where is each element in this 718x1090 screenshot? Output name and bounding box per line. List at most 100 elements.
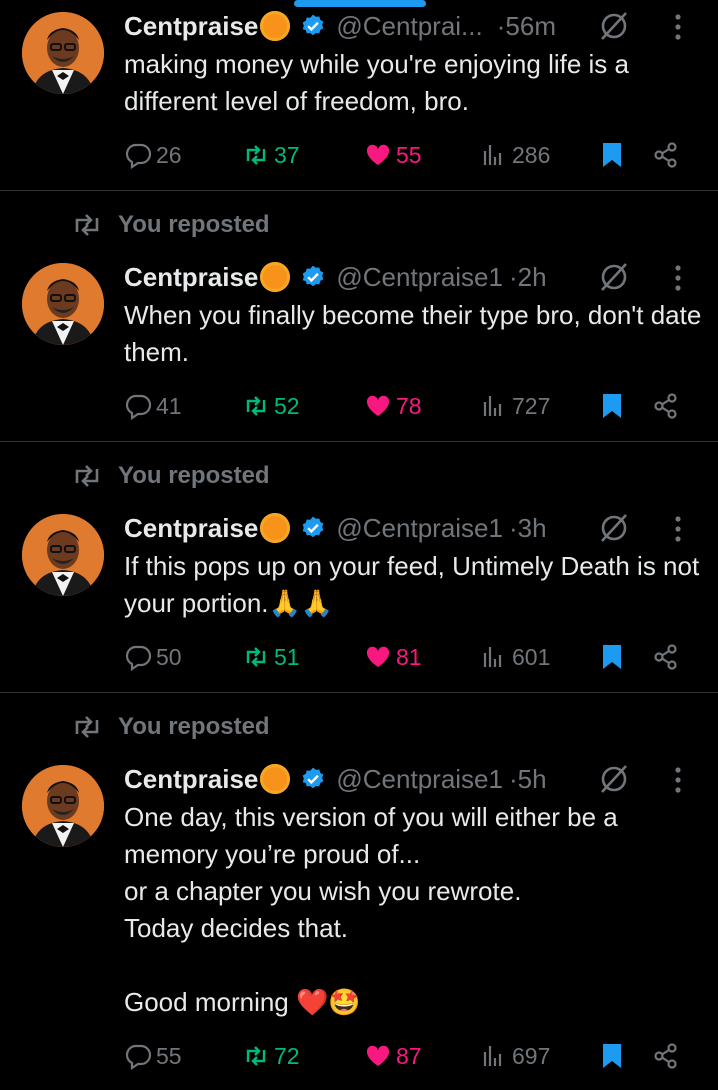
more-icon[interactable] [668,765,688,795]
post-text: If this pops up on your feed, Untimely D… [124,551,707,618]
divider [0,190,718,191]
verified-icon [303,516,324,538]
bookmark-icon [603,143,621,167]
view-count: 727 [512,392,551,419]
share-icon [654,393,677,419]
like-button[interactable]: 78 [364,388,422,424]
share-button[interactable] [652,1038,680,1074]
share-button[interactable] [652,388,680,424]
views-button[interactable]: 286 [480,137,550,173]
views-button[interactable]: 601 [480,639,550,675]
repost-context-label: You reposted [118,462,270,489]
post-time[interactable]: ·56m [497,11,556,42]
repost-button[interactable]: 37 [242,137,300,173]
views-button[interactable]: 727 [480,388,550,424]
more-icon[interactable] [668,12,688,42]
verified-icon [303,265,324,287]
reply-button[interactable]: 41 [124,388,182,424]
view-count: 697 [512,1042,551,1069]
share-button[interactable] [652,639,680,675]
avatar[interactable] [22,12,104,94]
repost-button[interactable]: 72 [242,1038,300,1074]
coin-icon [260,764,291,794]
author-name[interactable]: Centpraise [124,764,258,795]
repost-count: 51 [274,643,300,670]
reply-button[interactable]: 26 [124,137,182,173]
avatar[interactable] [22,263,104,345]
author-name[interactable]: Centpraise [124,11,258,42]
view-count: 601 [512,643,551,670]
heart-icon [366,1045,390,1066]
divider [0,441,718,442]
more-icon[interactable] [668,514,688,544]
bookmark-button[interactable] [598,137,626,173]
like-button[interactable]: 55 [364,137,422,173]
bookmark-icon [603,645,621,669]
more-icon[interactable] [668,263,688,293]
author-handle[interactable]: @Centprai... [336,11,482,42]
grok-icon[interactable] [598,763,630,795]
share-icon [654,644,677,670]
author-name[interactable]: Centpraise [124,262,258,293]
avatar[interactable] [22,514,104,596]
repost-icon [75,465,99,487]
bookmark-icon [603,1044,621,1068]
repost-count: 52 [274,392,300,419]
reply-button[interactable]: 55 [124,1038,182,1074]
bookmark-button[interactable] [598,388,626,424]
post-header: Centpraise @Centpraise1 ·2h [124,259,547,295]
post-actions: 26 37 55 286 [124,137,694,173]
post-time[interactable]: ·3h [509,513,547,544]
like-count: 87 [396,1042,422,1069]
post-header: Centpraise @Centpraise1 ·5h [124,761,547,797]
repost-button[interactable]: 51 [242,639,300,675]
share-icon [654,1043,677,1069]
reply-icon [125,143,152,169]
like-button[interactable]: 87 [364,1038,422,1074]
reply-button[interactable]: 50 [124,639,182,675]
grok-icon[interactable] [598,10,630,42]
post-actions: 41 52 78 727 [124,388,694,424]
grok-icon[interactable] [598,512,630,544]
repost-button[interactable]: 52 [242,388,300,424]
repost-icon [246,1046,266,1066]
heart-icon [366,395,390,416]
author-handle[interactable]: @Centpraise1 [336,262,503,293]
repost-icon [75,716,99,738]
bookmark-icon [603,394,621,418]
coin-icon [260,262,291,292]
coin-icon [260,513,291,543]
author-name[interactable]: Centpraise [124,513,258,544]
coin-icon [260,11,291,41]
like-count: 78 [396,392,422,419]
author-handle[interactable]: @Centpraise1 [336,513,503,544]
views-button[interactable]: 697 [480,1038,550,1074]
reply-count: 41 [156,392,182,419]
bookmark-button[interactable] [598,639,626,675]
reply-icon [125,394,152,420]
author-handle[interactable]: @Centpraise1 [336,764,503,795]
repost-icon [246,647,266,667]
repost-context-label: You reposted [118,713,270,740]
divider [0,692,718,693]
heart-icon [366,144,390,165]
views-icon [483,145,502,165]
bookmark-button[interactable] [598,1038,626,1074]
like-button[interactable]: 81 [364,639,422,675]
post-text: One day, this version of you will either… [124,802,618,1017]
post-actions: 55 72 87 697 [124,1038,694,1074]
reply-count: 50 [156,643,182,670]
repost-context: You reposted [70,460,270,492]
share-icon [654,142,677,168]
avatar[interactable] [22,765,104,847]
post-time[interactable]: ·2h [509,262,547,293]
grok-icon[interactable] [598,261,630,293]
reply-count: 55 [156,1042,182,1069]
post-text: making money while you're enjoying life … [124,49,637,116]
views-icon [483,396,502,416]
verified-icon [303,767,324,789]
share-button[interactable] [652,137,680,173]
post-time[interactable]: ·5h [509,764,547,795]
post-text: When you finally become their type bro, … [124,300,709,367]
like-count: 55 [396,141,422,168]
